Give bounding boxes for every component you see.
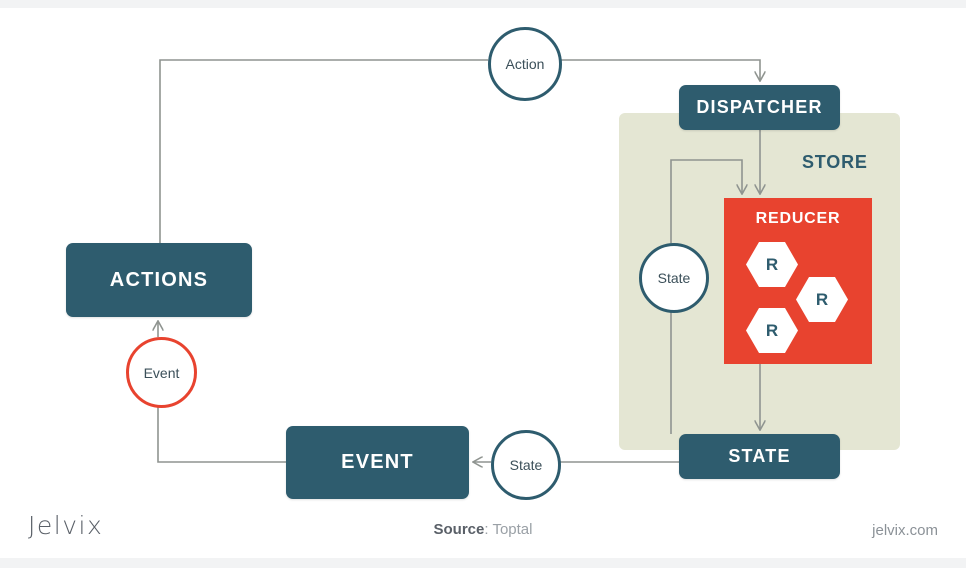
event-node[interactable]: EVENT bbox=[286, 426, 469, 499]
reducer-title: REDUCER bbox=[755, 210, 841, 227]
state-circle-store-node[interactable]: State bbox=[639, 243, 709, 313]
reducer-hexagon-label: R bbox=[765, 254, 779, 274]
event-label: EVENT bbox=[341, 451, 414, 473]
state-circle-bottom-label: State bbox=[509, 457, 543, 473]
reducer-hexagon-label: R bbox=[765, 320, 779, 340]
actions-node[interactable]: ACTIONS bbox=[66, 243, 252, 317]
event-circle-node[interactable]: Event bbox=[126, 337, 197, 408]
dispatcher-node[interactable]: DISPATCHER bbox=[679, 85, 840, 130]
reducer-node[interactable]: REDUCER R R R bbox=[724, 198, 872, 364]
state-circle-store-label: State bbox=[657, 270, 691, 286]
reducer-hexagon: R bbox=[796, 277, 848, 322]
wire-event-to-event-circle bbox=[157, 402, 286, 463]
site-url: jelvix.com bbox=[872, 522, 938, 539]
event-circle-label: Event bbox=[143, 364, 180, 381]
reducer-hexagon: R bbox=[746, 308, 798, 353]
wire-actions-to-action bbox=[159, 59, 488, 243]
action-circle-node[interactable]: Action bbox=[488, 27, 562, 101]
source-attribution: Source: Toptal bbox=[0, 521, 966, 538]
diagram-canvas: STORE DISPATCHER ACTIONS EVENT STATE RED… bbox=[0, 0, 966, 568]
action-circle-label: Action bbox=[505, 56, 545, 72]
state-circle-bottom-node[interactable]: State bbox=[491, 430, 561, 500]
actions-label: ACTIONS bbox=[109, 268, 209, 291]
source-value: Toptal bbox=[492, 521, 533, 538]
reducer-hexagon: R bbox=[746, 242, 798, 287]
dispatcher-label: DISPATCHER bbox=[696, 97, 823, 117]
wire-action-to-dispatcher bbox=[556, 59, 760, 80]
state-node[interactable]: STATE bbox=[679, 434, 840, 479]
state-label: STATE bbox=[728, 446, 791, 466]
reducer-hexagon-label: R bbox=[815, 289, 829, 309]
source-label: Source bbox=[433, 521, 485, 538]
